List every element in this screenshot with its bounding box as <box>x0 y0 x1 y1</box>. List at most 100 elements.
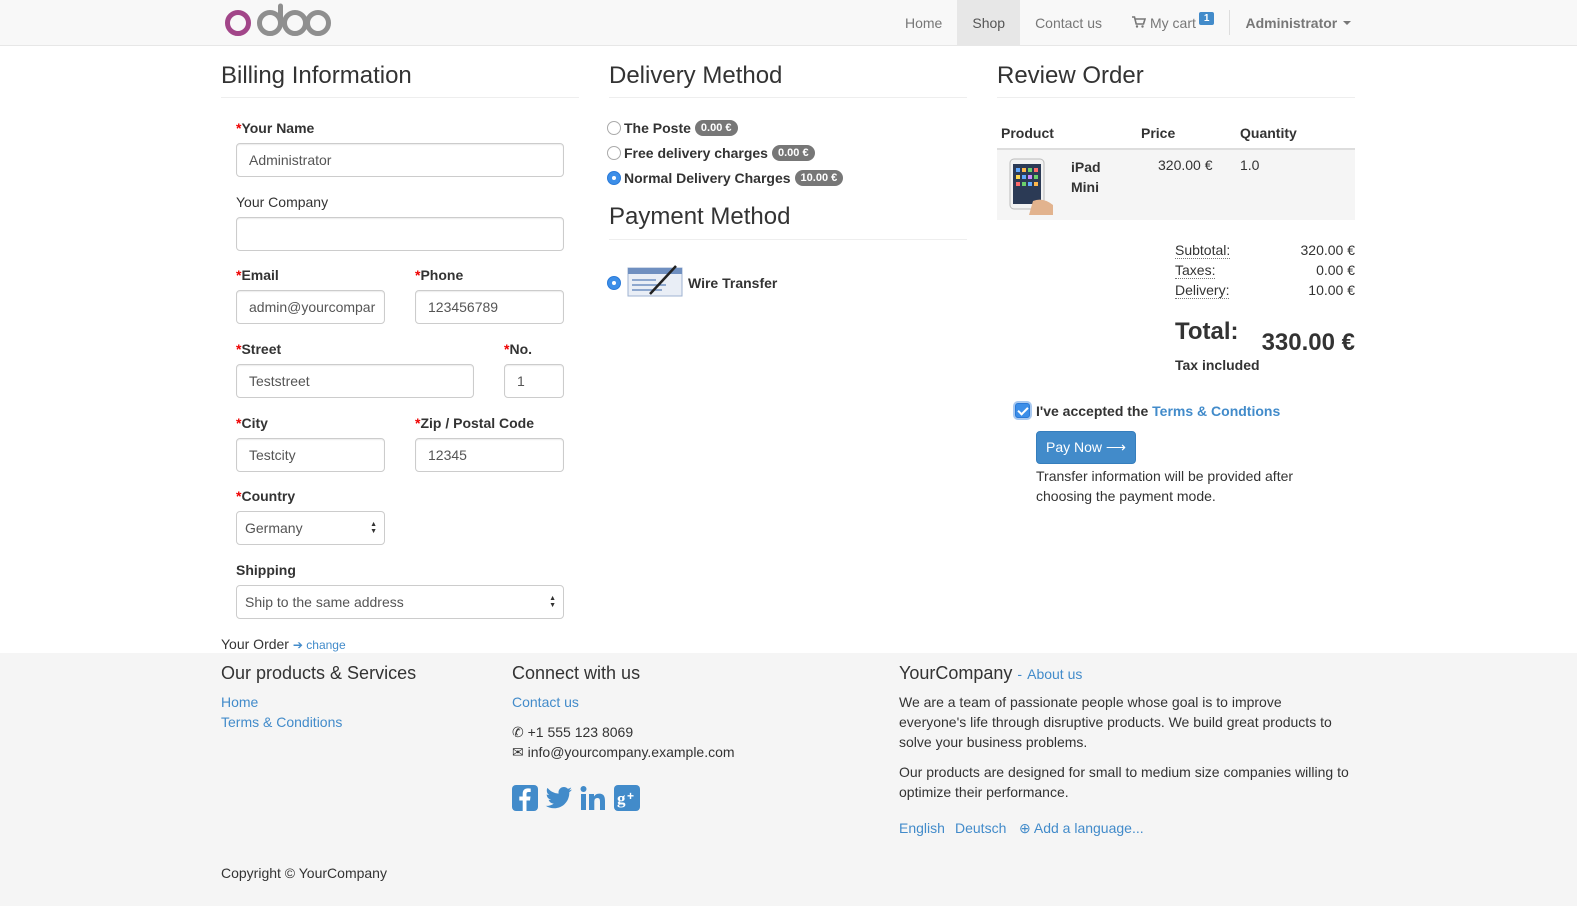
footer-link-terms[interactable]: Terms & Conditions <box>221 714 342 730</box>
zip-label: *Zip / Postal Code <box>415 415 535 431</box>
nav-my-cart[interactable]: My cart 1 <box>1117 0 1229 45</box>
col-product: Product <box>1001 125 1054 141</box>
company-input[interactable] <box>236 217 564 251</box>
footer-connect-title: Connect with us <box>512 663 641 683</box>
wire-transfer-icon <box>626 262 684 303</box>
cart-label: My cart <box>1150 14 1196 31</box>
plus-circle-icon: ⊕ <box>1019 820 1031 836</box>
delivery-option-poste[interactable]: The Poste 0.00 € <box>607 120 738 136</box>
payment-option-wire[interactable]: Wire Transfer <box>607 262 777 303</box>
taxes-value: 0.00 € <box>1316 262 1355 278</box>
total-value: 330.00 € <box>1261 329 1355 356</box>
zip-input[interactable]: 12345 <box>415 438 564 472</box>
your-order-row: Your Order ➔ change <box>221 636 346 652</box>
shipping-label: Shipping <box>236 562 296 578</box>
select-arrows-icon: ▲ ▼ <box>370 521 377 535</box>
footer-description-1: We are a team of passionate people whose… <box>899 694 1332 750</box>
subtotal-label: Subtotal: <box>1175 242 1231 259</box>
accept-terms-checkbox[interactable] <box>1015 403 1030 418</box>
add-language-link[interactable]: ⊕ Add a language... <box>1019 820 1144 837</box>
user-menu[interactable]: Administrator <box>1230 0 1366 45</box>
radio-button-selected[interactable] <box>607 275 621 290</box>
col-quantity: Quantity <box>1240 125 1297 141</box>
divider <box>609 239 967 240</box>
footer-link-contact[interactable]: Contact us <box>512 694 579 710</box>
divider <box>221 97 579 98</box>
linkedin-icon[interactable] <box>579 784 607 812</box>
copyright-text: Copyright © YourCompany <box>221 865 387 881</box>
delivery-option-normal[interactable]: Normal Delivery Charges 10.00 € <box>607 170 844 186</box>
nav-contact[interactable]: Contact us <box>1020 0 1117 45</box>
terms-link[interactable]: Terms & Condtions <box>1152 403 1280 419</box>
about-us-link[interactable]: About us <box>1027 666 1082 682</box>
country-label: *Country <box>236 488 296 504</box>
chevron-down-icon <box>1343 20 1352 25</box>
language-english[interactable]: English <box>899 820 945 836</box>
house-no-input[interactable]: 1 <box>504 364 564 398</box>
footer-company-title: YourCompany - About us <box>899 663 1083 683</box>
cart-count-badge: 1 <box>1198 12 1215 25</box>
divider <box>609 97 967 98</box>
city-input[interactable]: Testcity <box>236 438 385 472</box>
footer-email: ✉ info@yourcompany.example.com <box>512 744 735 760</box>
shipping-value: Ship to the same address <box>245 594 404 610</box>
email-label: *Email <box>236 267 279 283</box>
svg-text:g: g <box>617 789 626 808</box>
col-price: Price <box>1141 125 1176 141</box>
radio-button-selected[interactable] <box>607 171 621 185</box>
street-input[interactable]: Teststreet <box>236 364 474 398</box>
shipping-select[interactable]: Ship to the same address ▲ ▼ <box>236 585 564 619</box>
country-value: Germany <box>245 520 303 536</box>
country-select[interactable]: Germany ▲ ▼ <box>236 511 385 545</box>
divider <box>997 97 1355 98</box>
about-separator: - <box>1017 666 1023 682</box>
accept-terms-label: I've accepted the Terms & Condtions <box>1036 403 1281 419</box>
facebook-icon[interactable] <box>511 784 539 812</box>
phone-icon: ✆ <box>512 724 524 740</box>
footer-link-home[interactable]: Home <box>221 694 258 710</box>
arrow-right-icon: ➔ <box>292 638 303 652</box>
phone-label: *Phone <box>415 267 464 283</box>
price-badge: 10.00 € <box>794 170 844 186</box>
tax-included-label: Tax included <box>1175 357 1260 373</box>
payment-title: Payment Method <box>609 203 791 230</box>
delivery-title: Delivery Method <box>609 62 783 89</box>
name-input[interactable]: Administrator <box>236 143 564 177</box>
street-label: *Street <box>236 341 282 357</box>
phone-input[interactable]: 123456789 <box>415 290 564 324</box>
name-label: *Your Name <box>236 120 315 136</box>
change-order-link[interactable]: ➔ change <box>293 638 346 652</box>
user-name: Administrator <box>1245 14 1338 31</box>
radio-button[interactable] <box>607 146 621 160</box>
nav-home[interactable]: Home <box>890 0 957 45</box>
review-title: Review Order <box>997 62 1144 89</box>
company-label: Your Company <box>236 194 329 210</box>
email-input[interactable]: admin@yourcompar <box>236 290 385 324</box>
envelope-icon: ✉ <box>512 744 524 760</box>
subtotal-value: 320.00 € <box>1300 242 1356 258</box>
main-nav: Home Shop Contact us My cart 1 Administr… <box>890 0 1366 45</box>
your-order-label: Your Order <box>221 636 289 652</box>
google-plus-icon[interactable]: g + <box>613 784 641 812</box>
footer-description-2: Our products are designed for small to m… <box>899 764 1349 800</box>
twitter-icon[interactable] <box>545 784 573 812</box>
odoo-logo[interactable] <box>224 3 332 42</box>
nav-shop[interactable]: Shop <box>957 0 1021 45</box>
footer-products-title: Our products & Services <box>221 663 417 683</box>
select-arrows-icon: ▲ ▼ <box>549 595 556 609</box>
product-image[interactable] <box>1007 157 1055 218</box>
city-label: *City <box>236 415 268 431</box>
product-name[interactable]: iPad Mini <box>1071 157 1101 197</box>
delivery-option-free[interactable]: Free delivery charges 0.00 € <box>607 145 815 161</box>
pay-now-button[interactable]: Pay Now ⟶ <box>1036 431 1136 464</box>
delivery-value: 10.00 € <box>1308 282 1355 298</box>
language-deutsch[interactable]: Deutsch <box>955 820 1006 836</box>
price-badge: 0.00 € <box>771 145 815 161</box>
product-price: 320.00 € <box>1158 157 1213 173</box>
arrow-right-icon: ⟶ <box>1105 439 1126 455</box>
price-badge: 0.00 € <box>694 120 738 136</box>
radio-button[interactable] <box>607 121 621 135</box>
taxes-label: Taxes: <box>1175 262 1216 279</box>
transfer-info-text: Transfer information will be provided af… <box>1036 468 1294 504</box>
house-no-label: *No. <box>504 341 533 357</box>
